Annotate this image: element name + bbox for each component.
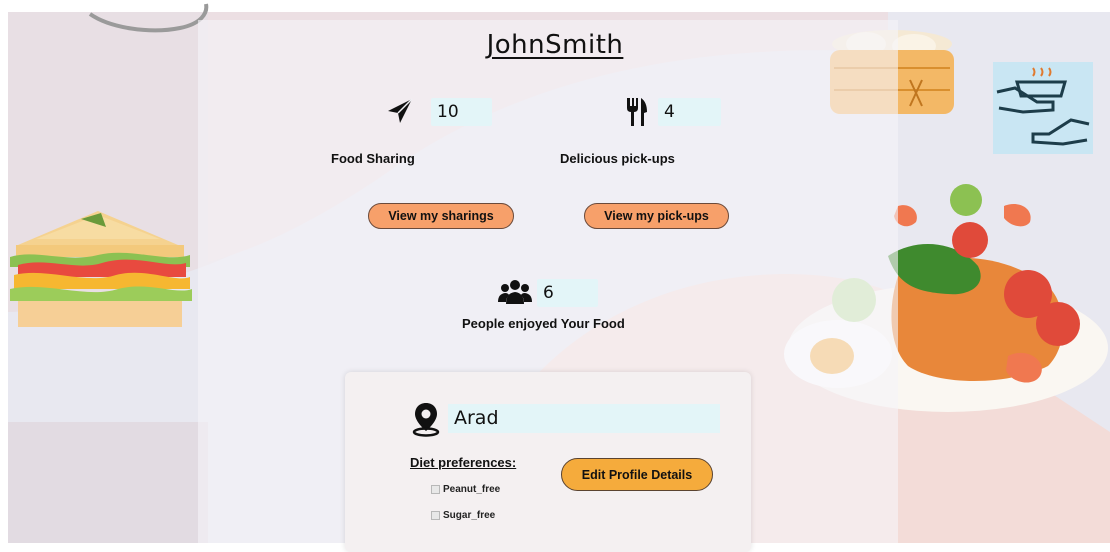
view-pickups-button[interactable]: View my pick-ups (584, 203, 729, 229)
checkbox-peanut-free[interactable] (431, 485, 440, 494)
diet-option-sugar-free: Sugar_free (431, 510, 495, 521)
location-field[interactable]: Arad (448, 404, 720, 433)
diet-option-label: Sugar_free (443, 510, 496, 521)
sandwich-illustration (10, 211, 192, 327)
fork-knife-icon (627, 98, 647, 126)
diet-preferences-title: Diet preferences: (410, 455, 517, 470)
serving-hands-icon (993, 62, 1093, 154)
username-title: JohnSmith (486, 30, 624, 60)
edit-profile-button[interactable]: Edit Profile Details (561, 458, 713, 491)
location-pin-icon (412, 403, 440, 437)
pickups-label: Delicious pick-ups (560, 151, 675, 166)
paper-plane-icon (388, 98, 413, 123)
food-sharing-label: Food Sharing (331, 151, 415, 166)
view-sharings-button[interactable]: View my sharings (368, 203, 514, 229)
checkbox-sugar-free[interactable] (431, 511, 440, 520)
diet-option-peanut-free: Peanut_free (431, 484, 500, 495)
pickups-count: 4 (658, 98, 721, 126)
people-label: People enjoyed Your Food (462, 316, 625, 331)
users-icon (498, 280, 532, 304)
food-sharing-count: 10 (431, 98, 492, 126)
people-count: 6 (537, 279, 598, 307)
diet-option-label: Peanut_free (443, 484, 501, 495)
